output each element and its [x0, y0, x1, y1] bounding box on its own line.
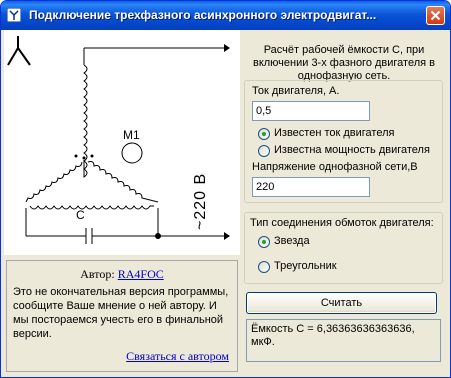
window-title: Подключение трехфазного асинхронного эле…	[29, 8, 377, 22]
voltage-label: ~220 В	[192, 172, 209, 230]
radio-known-power-label[interactable]: Известна мощность двигателя	[274, 144, 430, 156]
connection-type-group: Тип соединения обмоток двигателя: Звезда…	[244, 212, 443, 284]
voltage-input[interactable]	[252, 177, 370, 197]
arrow-bottom-icon	[224, 232, 230, 240]
author-panel: Автор: RA4FOC Это не окончательная верси…	[6, 260, 238, 372]
star-symbol-icon	[7, 36, 31, 66]
motor-circle	[121, 142, 143, 164]
motor-params-group: Ток двигателя, А. Известен ток двигателя…	[244, 80, 443, 203]
radio-triangle-label[interactable]: Треугольник	[274, 260, 337, 272]
radio-star[interactable]	[258, 236, 270, 248]
close-icon	[430, 10, 441, 21]
coil-right	[87, 161, 159, 203]
result-output: Ёмкость С = 6,36363636363636, мкФ.	[246, 319, 441, 362]
app-window: Подключение трехфазного асинхронного эле…	[0, 0, 451, 378]
voltage-field-label: Напряжение однофазной сети,В	[252, 161, 418, 173]
author-line: Автор: RA4FOC	[7, 267, 237, 282]
radio-known-current-label[interactable]: Известен ток двигателя	[274, 127, 394, 139]
radio-selected-dot	[262, 240, 266, 244]
title-bar[interactable]: Подключение трехфазного асинхронного эле…	[1, 1, 450, 30]
close-button[interactable]	[426, 6, 445, 25]
author-message: Это не окончательная версия программы, с…	[13, 286, 229, 340]
arrow-top-icon	[224, 44, 230, 52]
contact-author-link[interactable]: Связаться с автором	[126, 349, 229, 364]
calc-heading: Расчёт рабочей ёмкости С, при включении …	[252, 44, 436, 82]
capacitor-label: C	[76, 208, 85, 222]
author-prefix: Автор:	[80, 267, 115, 281]
radio-star-label[interactable]: Звезда	[274, 235, 310, 247]
wiring-diagram: M1 C ~220 В	[4, 30, 240, 255]
calculate-button[interactable]: Считать	[246, 292, 437, 314]
radio-selected-dot	[262, 132, 266, 136]
app-icon	[7, 8, 21, 22]
connection-type-label: Тип соединения обмоток двигателя:	[250, 217, 434, 229]
coil-vertical	[83, 64, 88, 178]
client-area: M1 C ~220 В Автор: RA4FOC Это не окончат…	[4, 30, 447, 374]
author-link[interactable]: RA4FOC	[118, 267, 164, 281]
radio-known-current[interactable]	[258, 128, 270, 140]
radio-known-power[interactable]	[258, 145, 270, 157]
radio-triangle[interactable]	[258, 261, 270, 273]
coil-left	[25, 161, 83, 203]
motor-label: M1	[123, 128, 140, 142]
current-input[interactable]	[252, 101, 370, 121]
coil-bottom	[29, 205, 154, 210]
current-label: Ток двигателя, А.	[252, 85, 340, 97]
